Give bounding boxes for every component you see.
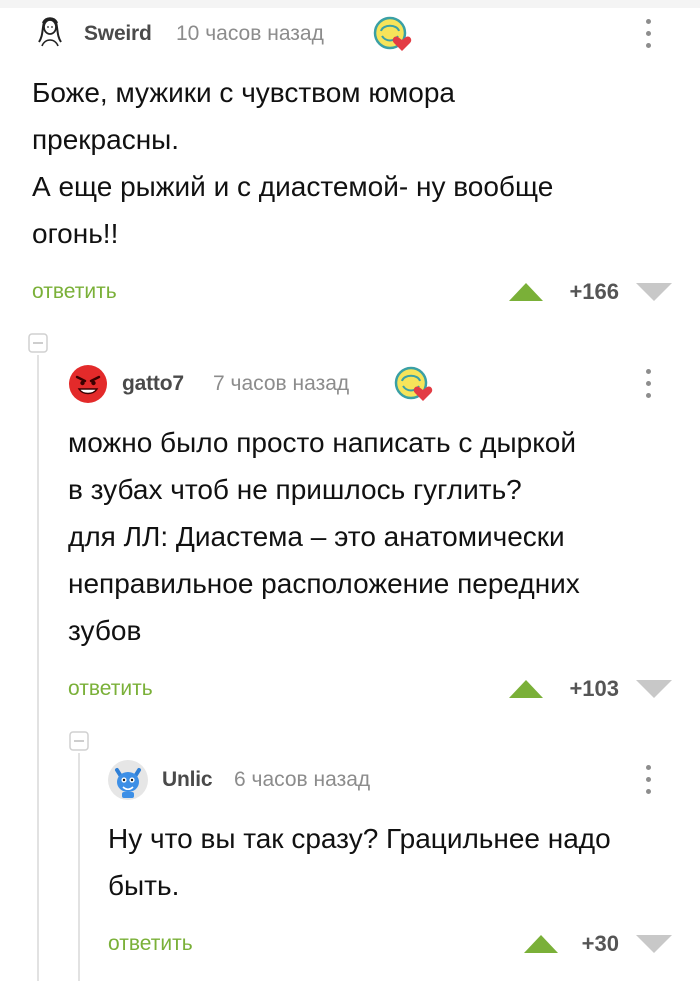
timestamp[interactable]: 10 часов назад (176, 22, 324, 46)
thread-line (37, 355, 39, 981)
user-avatar[interactable] (108, 760, 148, 800)
timestamp[interactable]: 7 часов назад (213, 372, 349, 396)
minus-square-icon[interactable] (28, 333, 48, 353)
username[interactable]: Sweird (84, 22, 152, 46)
comment-text-line: в зубах чтоб не пришлось гуглить? (68, 474, 522, 505)
top-separator (0, 0, 700, 8)
triangle-up-icon[interactable] (509, 283, 543, 301)
more-vertical-icon[interactable] (639, 364, 659, 404)
blue-cat-avatar-icon (108, 760, 148, 800)
thread-line (78, 753, 80, 981)
comment-text-line: огонь!! (32, 218, 119, 249)
more-vertical-icon[interactable] (639, 14, 659, 54)
comment-text-line: неправильное расположение передних (68, 568, 580, 599)
comment-text-line: прекрасны. (32, 124, 180, 155)
reply-button[interactable]: ответить (32, 280, 117, 304)
triangle-down-icon[interactable] (636, 283, 672, 301)
comment-text-line: Ну что вы так сразу? Грацильнее надо (108, 823, 611, 854)
rating-value: +103 (569, 676, 619, 701)
heart-badge-icon (393, 365, 433, 405)
rating-value: +30 (581, 931, 619, 956)
heart-badge-icon (372, 15, 412, 55)
minus-square-icon[interactable] (69, 731, 89, 751)
user-avatar[interactable] (32, 14, 68, 50)
comment-text-line: А еще рыжий и с диастемой- ну вообще (32, 171, 554, 202)
username[interactable]: gatto7 (122, 372, 184, 396)
comment-text-line: быть. (108, 870, 180, 901)
comment-text-line: Боже, мужики с чувством юмора (32, 77, 455, 108)
triangle-down-icon[interactable] (636, 935, 672, 953)
user-avatar[interactable] (68, 364, 108, 404)
sketch-portrait-avatar-icon (38, 17, 62, 47)
rating-value: +166 (569, 279, 619, 304)
comment-text-line: для ЛЛ: Диастема – это анатомически (68, 521, 565, 552)
username[interactable]: Unlic (162, 768, 213, 792)
reply-button[interactable]: ответить (68, 677, 153, 701)
more-vertical-icon[interactable] (639, 760, 659, 800)
comment-text-line: зубов (68, 615, 142, 646)
comment-text-line: можно было просто написать с дыркой (68, 427, 576, 458)
triangle-down-icon[interactable] (636, 680, 672, 698)
triangle-up-icon[interactable] (509, 680, 543, 698)
reply-button[interactable]: ответить (108, 932, 193, 956)
timestamp[interactable]: 6 часов назад (234, 768, 370, 792)
red-angry-face-avatar-icon (69, 365, 107, 403)
